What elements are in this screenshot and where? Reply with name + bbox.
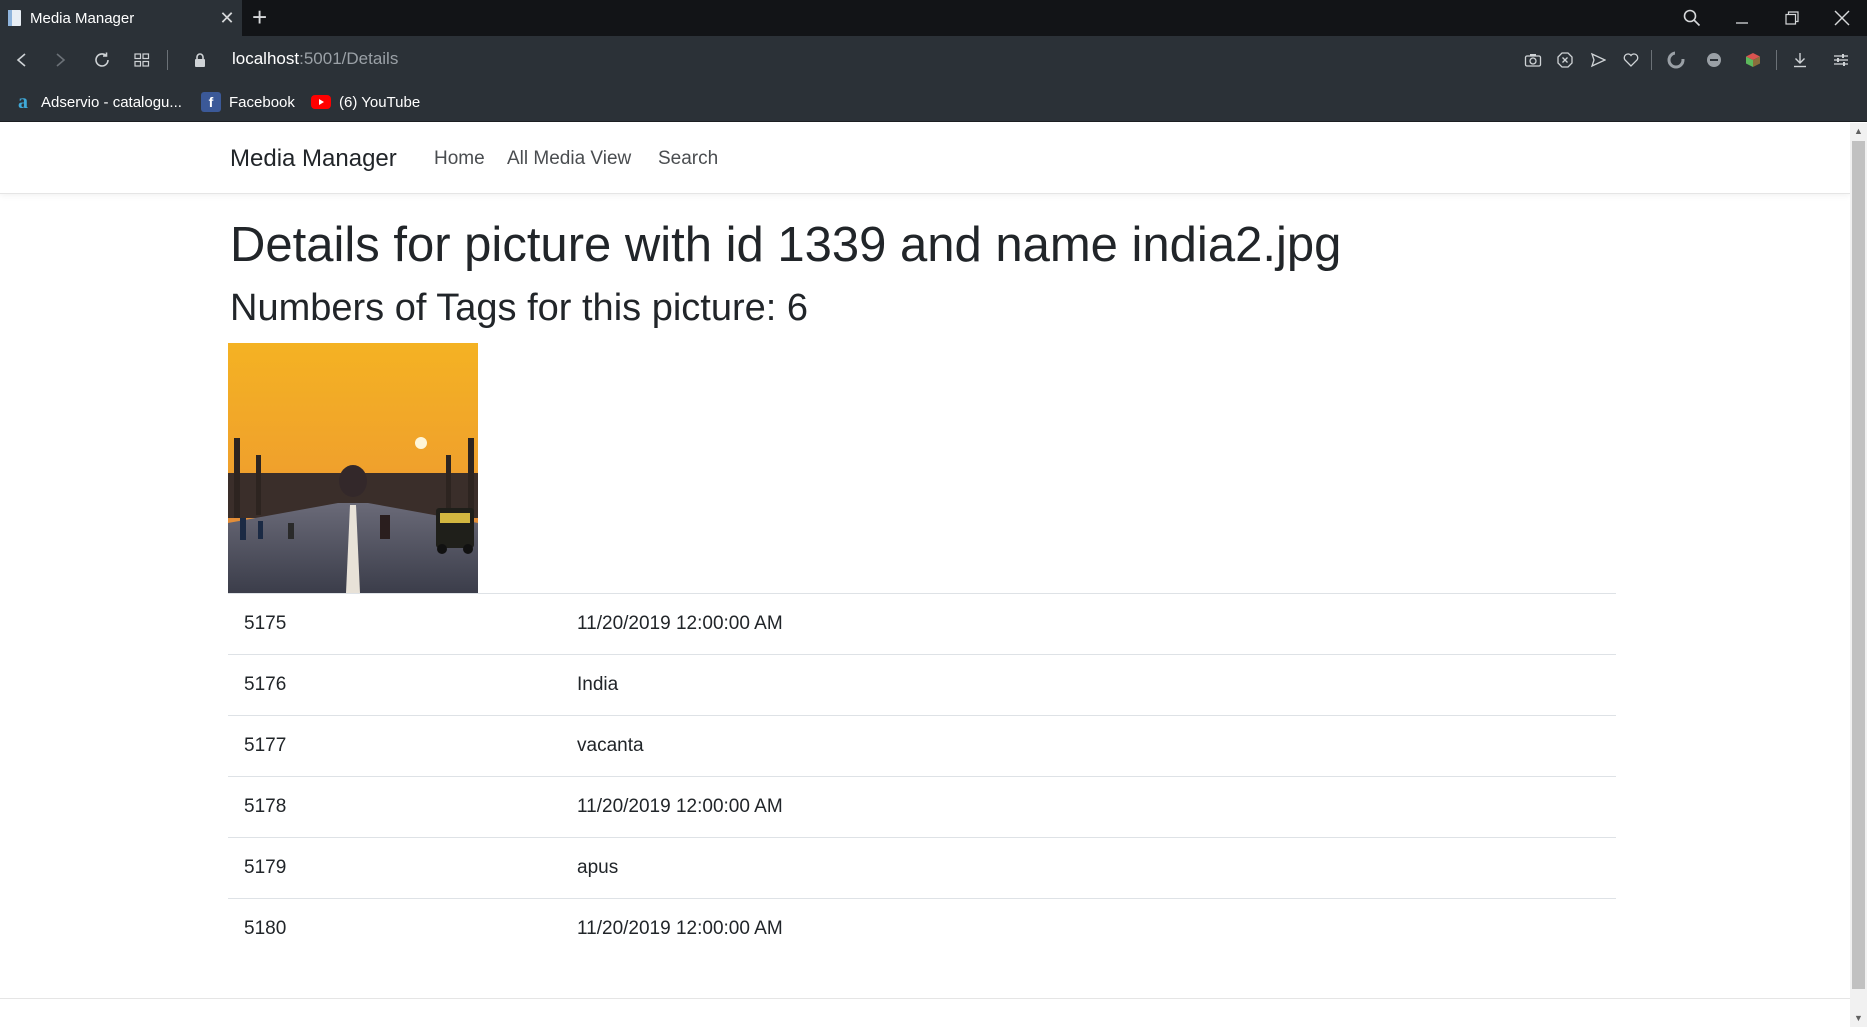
nav-link-home[interactable]: Home [434, 148, 485, 170]
url-path: :5001/Details [299, 49, 399, 68]
table-row: 5179 apus [228, 837, 1616, 899]
restore-icon[interactable] [1767, 0, 1817, 36]
scroll-up-icon[interactable]: ▲ [1850, 123, 1867, 140]
tag-value: apus [561, 837, 1616, 899]
tag-value: 11/20/2019 12:00:00 AM [561, 776, 1616, 838]
block-icon[interactable] [1702, 48, 1726, 72]
tag-id: 5178 [228, 776, 561, 838]
bookmarks-bar: a Adservio - catalogu... f Facebook (6) … [0, 84, 1867, 122]
close-window-icon[interactable] [1817, 0, 1867, 36]
footer-divider [0, 998, 1850, 999]
nav-link-search[interactable]: Search [658, 148, 718, 170]
tag-id: 5175 [228, 593, 561, 655]
settings-sliders-icon[interactable] [1829, 48, 1853, 72]
browser-toolbar: localhost:5001/Details [0, 36, 1867, 84]
navbar-brand[interactable]: Media Manager [230, 145, 397, 173]
lock-icon[interactable] [188, 48, 212, 72]
url-host: localhost [232, 49, 300, 68]
site-navbar: Media Manager Home All Media View Search [0, 123, 1850, 194]
search-tabs-icon[interactable] [1667, 0, 1717, 36]
minimize-icon[interactable] [1717, 0, 1767, 36]
table-row: 5178 11/20/2019 12:00:00 AM [228, 776, 1616, 838]
close-tab-icon[interactable]: ✕ [212, 8, 242, 29]
forward-icon[interactable] [48, 48, 72, 72]
toolbar-separator [1776, 50, 1777, 70]
window-controls [1667, 0, 1867, 36]
tag-id: 5176 [228, 654, 561, 716]
youtube-icon [311, 92, 331, 112]
table-row: 5177 vacanta [228, 715, 1616, 777]
browser-tab[interactable]: Media Manager ✕ [0, 0, 242, 36]
toolbar-separator [1651, 50, 1652, 70]
tab-strip: Media Manager ✕ + [0, 0, 1867, 36]
address-bar[interactable]: localhost:5001/Details [232, 49, 398, 69]
cube-extension-icon[interactable] [1741, 48, 1765, 72]
speed-dial-icon[interactable] [130, 48, 154, 72]
table-row: 5180 11/20/2019 12:00:00 AM [228, 898, 1616, 960]
tag-id: 5177 [228, 715, 561, 777]
tag-count-heading: Numbers of Tags for this picture: 6 [230, 287, 808, 329]
tag-value: 11/20/2019 12:00:00 AM [561, 898, 1616, 960]
nav-link-all-media-view[interactable]: All Media View [507, 148, 631, 170]
tag-id: 5180 [228, 898, 561, 960]
document-icon [8, 10, 21, 26]
facebook-icon: f [201, 92, 221, 112]
bookmark-label: Facebook [229, 93, 295, 111]
heart-icon[interactable] [1619, 48, 1643, 72]
tag-value: India [561, 654, 1616, 716]
reload-icon[interactable] [90, 48, 114, 72]
adblock-icon[interactable] [1553, 48, 1577, 72]
camera-icon[interactable] [1521, 48, 1545, 72]
page-title: Details for picture with id 1339 and nam… [230, 218, 1342, 272]
scrollbar-thumb[interactable] [1852, 141, 1865, 989]
bookmark-label: Adservio - catalogu... [41, 93, 182, 111]
adservio-icon: a [18, 90, 28, 113]
scroll-down-icon[interactable]: ▼ [1850, 1010, 1867, 1027]
back-icon[interactable] [10, 48, 34, 72]
table-row: 5175 11/20/2019 12:00:00 AM [228, 593, 1616, 655]
bookmark-youtube[interactable]: (6) YouTube [311, 92, 420, 112]
extension-icon[interactable] [1664, 48, 1688, 72]
tag-value: vacanta [561, 715, 1616, 777]
tab-title: Media Manager [30, 9, 135, 27]
picture-image [228, 343, 478, 593]
send-icon[interactable] [1586, 48, 1610, 72]
tag-value: 11/20/2019 12:00:00 AM [561, 593, 1616, 655]
tags-table: 5175 11/20/2019 12:00:00 AM 5176 India 5… [228, 593, 1616, 960]
page-scrollbar[interactable]: ▲ ▼ [1850, 123, 1867, 1027]
page-viewport: Media Manager Home All Media View Search… [0, 123, 1850, 1027]
bookmark-adservio[interactable]: a Adservio - catalogu... [13, 90, 182, 113]
table-row: 5176 India [228, 654, 1616, 716]
toolbar-separator [167, 50, 168, 70]
tag-id: 5179 [228, 837, 561, 899]
bookmark-label: (6) YouTube [339, 93, 421, 111]
download-icon[interactable] [1788, 48, 1812, 72]
new-tab-icon[interactable]: + [252, 2, 267, 32]
bookmark-facebook[interactable]: f Facebook [201, 92, 295, 112]
